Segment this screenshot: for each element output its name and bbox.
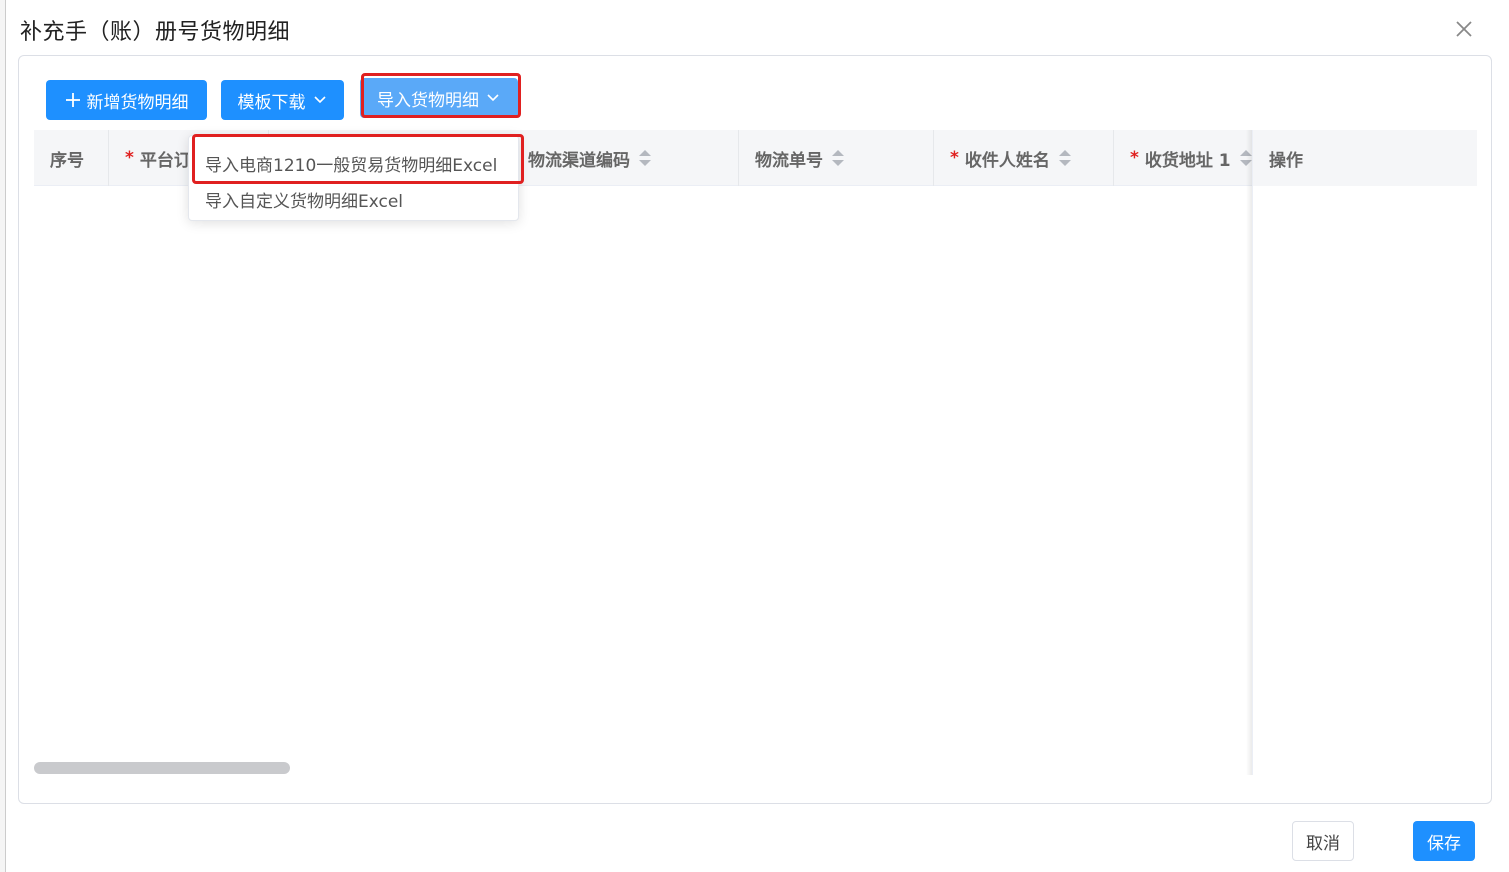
chevron-down-icon (485, 90, 501, 106)
fixed-column-operations: 操作 (1252, 130, 1477, 775)
cancel-label: 取消 (1306, 833, 1340, 854)
dialog: 补充手（账）册号货物明细 新增货物明细 模板下载 导入货物明细 序号 * 平台订… (6, 0, 1509, 872)
content-panel: 新增货物明细 模板下载 导入货物明细 序号 * 平台订 物流渠道编码 物流单号 … (18, 55, 1492, 804)
menu-item-label: 导入自定义货物明细Excel (205, 191, 404, 212)
required-mark: * (1130, 148, 1139, 168)
add-goods-detail-button[interactable]: 新增货物明细 (46, 80, 207, 120)
horizontal-scrollbar-thumb[interactable] (34, 762, 290, 774)
column-header-label: 物流渠道编码 (528, 150, 630, 171)
import-goods-detail-button[interactable]: 导入货物明细 (360, 78, 518, 118)
template-download-button[interactable]: 模板下载 (221, 80, 344, 120)
template-download-label: 模板下载 (237, 92, 306, 113)
column-header-label: 收件人姓名 (964, 150, 1050, 171)
sort-icon[interactable] (831, 148, 845, 168)
column-header-label: 序号 (50, 150, 84, 171)
column-header-label: 收货地址 1 (1144, 150, 1231, 171)
save-label: 保存 (1427, 833, 1461, 854)
menu-item-label: 导入电商1210一般贸易货物明细Excel (205, 155, 498, 176)
menu-item-import-1210-excel[interactable]: 导入电商1210一般贸易货物明细Excel (189, 146, 520, 180)
required-mark: * (125, 148, 134, 168)
close-icon (1456, 21, 1472, 37)
import-dropdown-menu: 导入电商1210一般贸易货物明细Excel 导入自定义货物明细Excel (188, 135, 519, 221)
column-header-label: 物流单号 (755, 150, 823, 171)
column-header-recipient-name[interactable]: * 收件人姓名 (934, 130, 1114, 186)
column-header-logistics-channel-code[interactable]: 物流渠道编码 (512, 130, 739, 186)
column-header-index: 序号 (34, 130, 109, 186)
close-button[interactable] (1453, 18, 1475, 40)
save-button[interactable]: 保存 (1413, 821, 1475, 861)
cancel-button[interactable]: 取消 (1292, 821, 1354, 861)
sort-icon[interactable] (1058, 148, 1072, 168)
add-goods-detail-label: 新增货物明细 (86, 92, 189, 113)
plus-icon (65, 92, 81, 108)
column-header-tracking-number[interactable]: 物流单号 (739, 130, 934, 186)
chevron-down-icon (312, 92, 328, 108)
column-header-operations: 操作 (1253, 130, 1477, 186)
required-mark: * (950, 148, 959, 168)
import-goods-detail-label: 导入货物明细 (377, 90, 479, 111)
menu-item-import-custom-excel[interactable]: 导入自定义货物明细Excel (189, 182, 520, 216)
column-header-label: 操作 (1269, 150, 1303, 171)
sort-icon[interactable] (638, 148, 652, 168)
column-header-shipping-address[interactable]: * 收货地址 1 (1114, 130, 1261, 186)
column-header-label: 平台订 (139, 150, 191, 171)
dialog-title: 补充手（账）册号货物明细 (20, 20, 291, 45)
